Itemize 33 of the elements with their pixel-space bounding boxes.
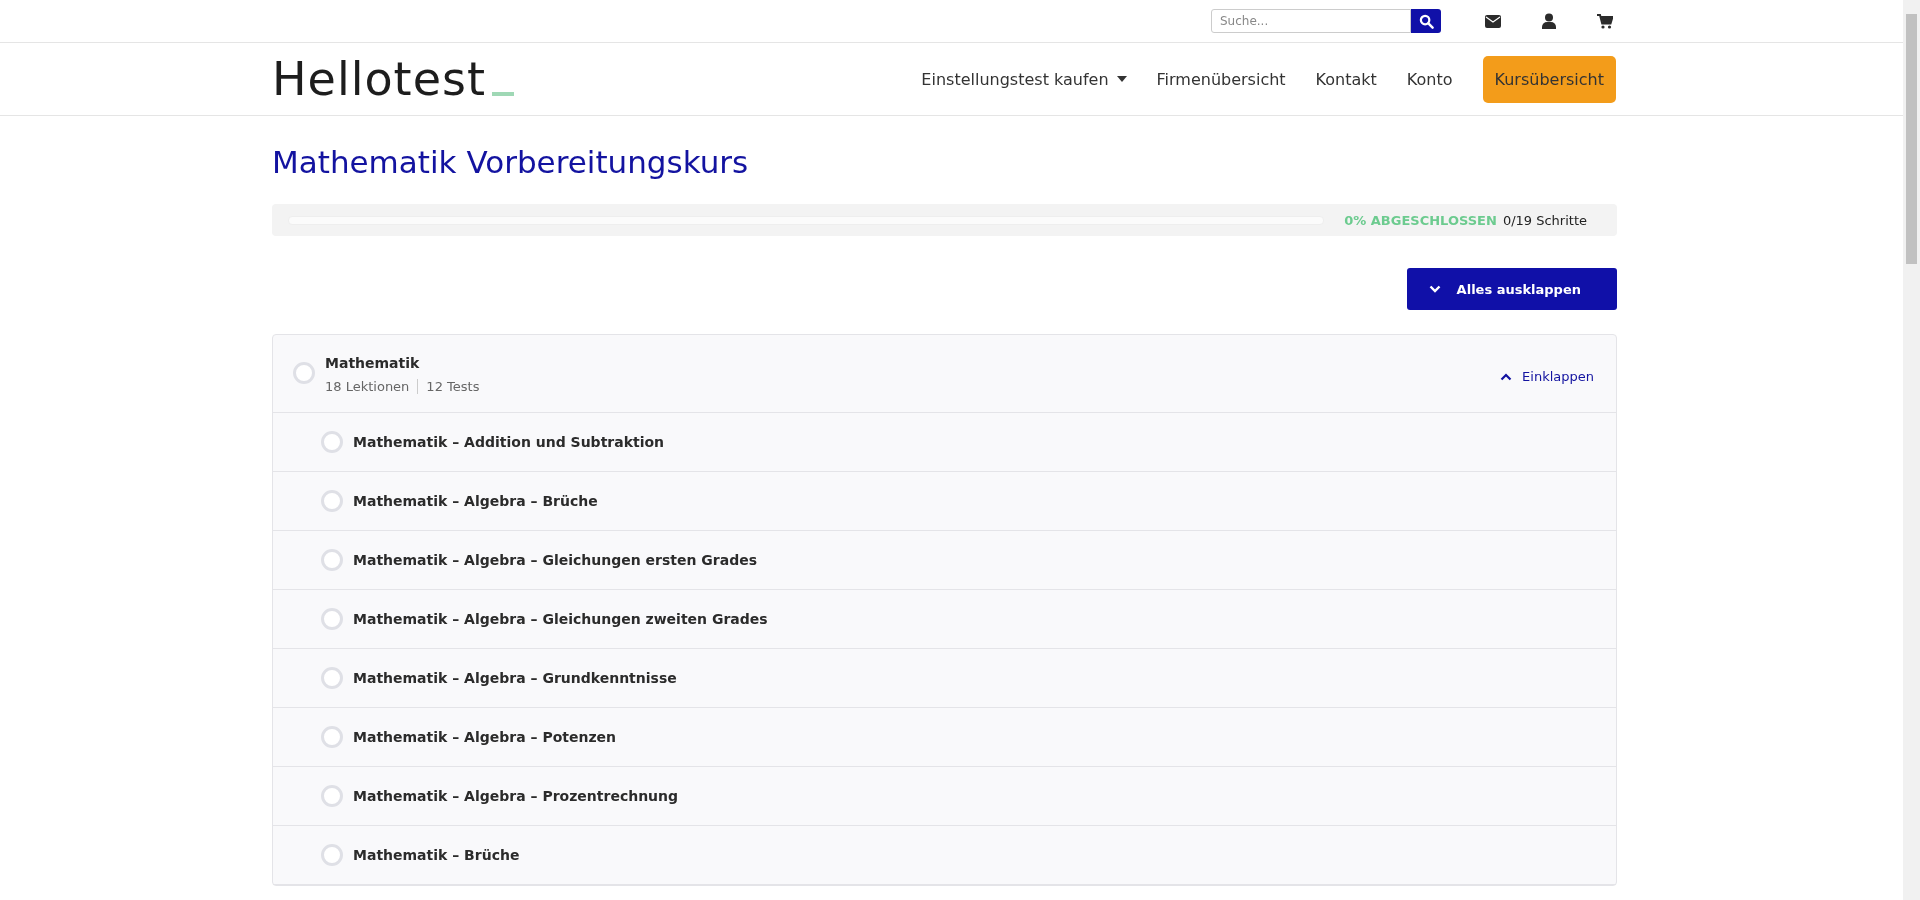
lesson-link[interactable]: Mathematik – Algebra – Gleichungen zweiten Grades: [353, 611, 768, 627]
lesson-link[interactable]: Mathematik – Algebra – Potenzen: [353, 729, 617, 745]
lesson-link[interactable]: Mathematik – Algebra – Brüche: [353, 493, 598, 509]
chevron-down-icon: [1428, 285, 1441, 293]
logo-underscore-mark: [491, 92, 514, 96]
tests-count: 12 Tests: [426, 379, 480, 394]
chevron-up-icon: [1500, 372, 1513, 381]
search-icon: [1418, 13, 1434, 29]
lesson-link[interactable]: Mathematik – Algebra – Grundkenntnisse: [353, 670, 677, 686]
lesson-link[interactable]: Mathematik – Brüche: [353, 847, 520, 863]
scrollbar-thumb[interactable]: [1906, 14, 1917, 264]
page-title: Mathematik Vorbereitungskurs: [272, 144, 750, 180]
cart-icon[interactable]: [1597, 13, 1613, 29]
mail-icon[interactable]: [1485, 14, 1501, 28]
nav-link[interactable]: Einstellungstest kaufen: [921, 69, 1127, 89]
section-title: Mathematik: [325, 355, 421, 371]
progress-percent: 0% ABGESCHLOSSEN: [1344, 212, 1497, 228]
caret-down-icon: [1116, 76, 1127, 82]
progress-steps: 0/19 Schritte: [1502, 212, 1587, 228]
nav-link[interactable]: Konto: [1406, 69, 1453, 89]
nav-link[interactable]: Firmenübersicht: [1156, 69, 1286, 89]
expand-all-button[interactable]: Alles ausklappen: [1406, 268, 1617, 310]
lesson-link[interactable]: Mathematik – Addition und Subtraktion: [353, 434, 665, 450]
user-icon[interactable]: [1542, 13, 1556, 29]
nav-link[interactable]: Kontakt: [1315, 69, 1377, 89]
collapse-toggle[interactable]: Einklappen: [1494, 368, 1600, 385]
lesson-link[interactable]: Mathematik – Algebra – Prozentrechnung: [353, 788, 679, 804]
nav-button[interactable]: Kursübersicht: [1482, 55, 1616, 103]
search-button[interactable]: [1411, 9, 1441, 33]
lesson-link[interactable]: Mathematik – Algebra – Gleichungen ersten Grades: [353, 552, 757, 568]
search-field[interactable]: Suche...: [1211, 9, 1411, 33]
lessons-count: 18 Lektionen: [325, 379, 410, 394]
logo[interactable]: Hellotest: [272, 52, 514, 106]
